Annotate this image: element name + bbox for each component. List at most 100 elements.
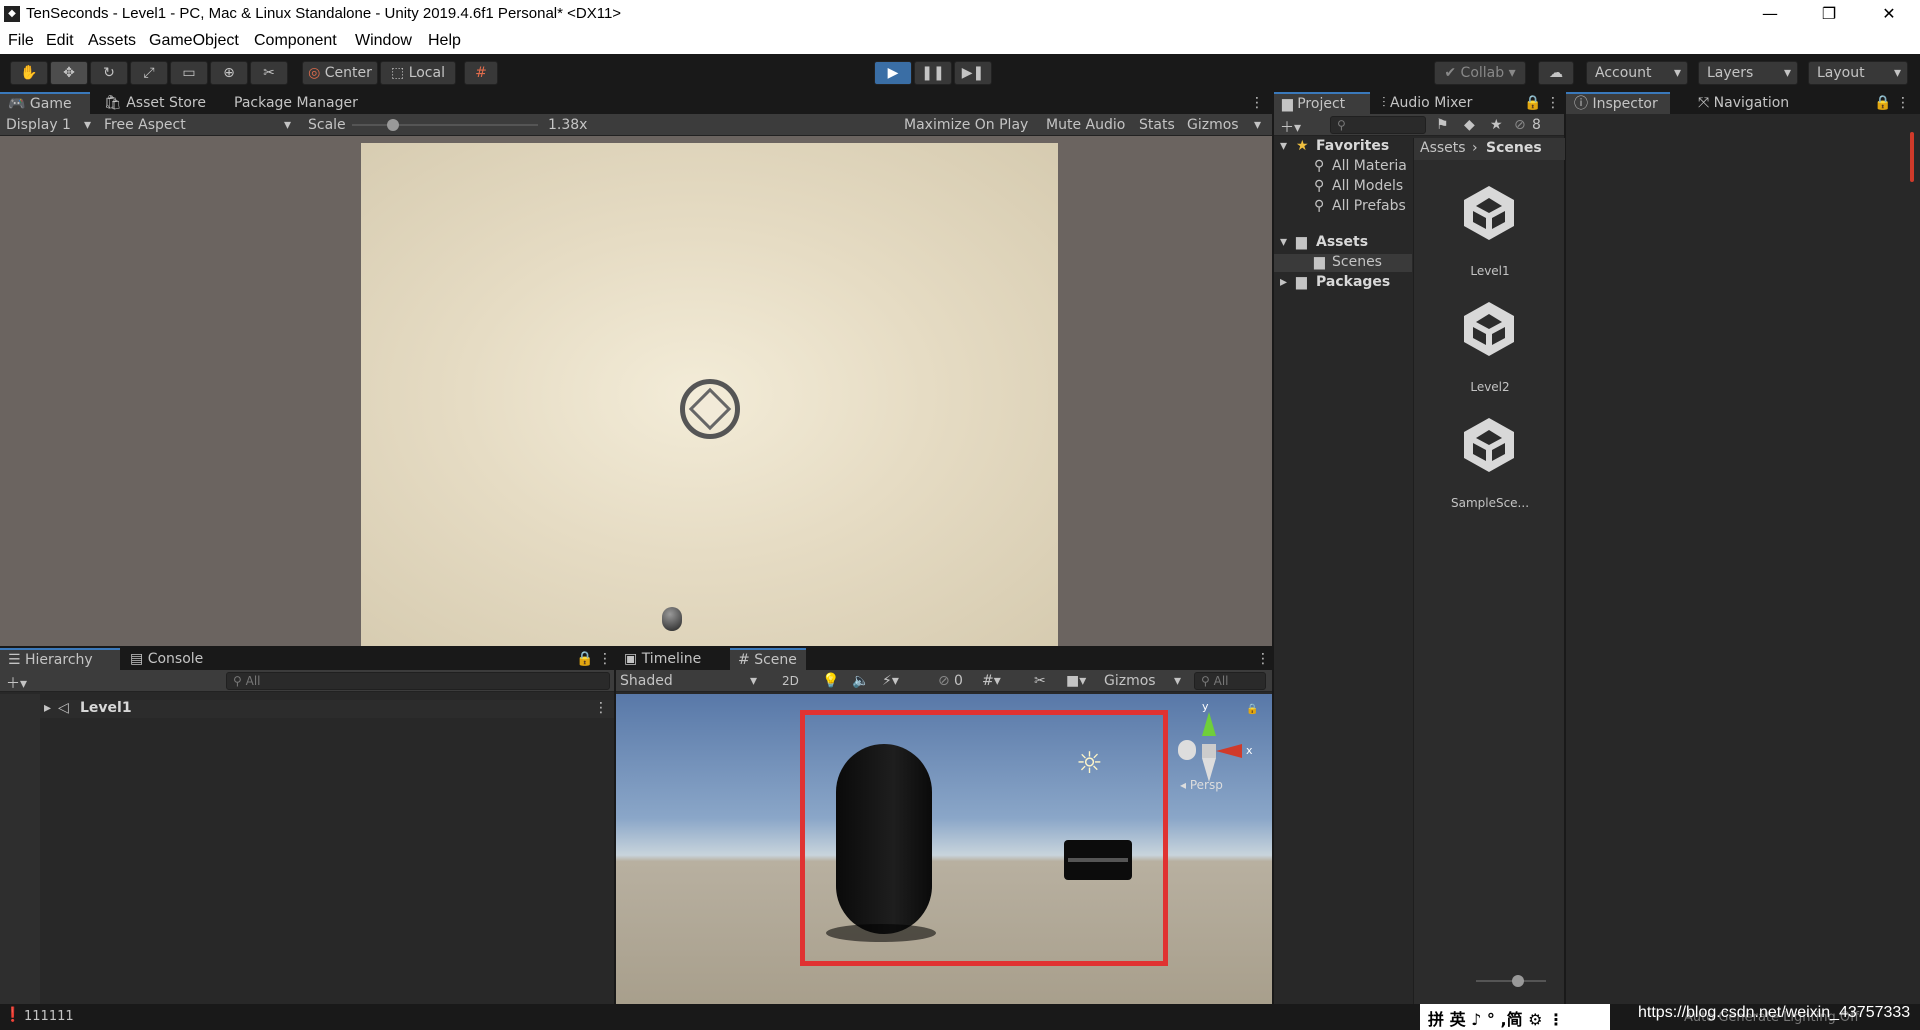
stats-button[interactable]: Stats: [1139, 117, 1175, 133]
hidden-objects-icon[interactable]: ⊘: [938, 673, 950, 689]
custom-tool-icon[interactable]: ✂: [250, 61, 288, 85]
panel-menu-icon[interactable]: ⋮: [1242, 92, 1272, 114]
menu-edit[interactable]: Edit: [46, 32, 74, 50]
expand-arrow-icon[interactable]: ▸: [44, 700, 51, 716]
breadcrumb-scenes[interactable]: Scenes: [1486, 140, 1542, 156]
y-axis-cone[interactable]: [1202, 712, 1216, 736]
x-axis-cone[interactable]: [1216, 744, 1242, 758]
add-icon[interactable]: ＋▾: [6, 673, 27, 693]
tab-project[interactable]: ▆ Project: [1274, 92, 1370, 114]
scene-file-level2[interactable]: Level2: [1414, 284, 1565, 404]
tab-asset-store[interactable]: 🛍 Asset Store: [96, 92, 214, 114]
grid-toggle-icon[interactable]: #▾: [982, 673, 1001, 689]
menu-window[interactable]: Window: [355, 32, 412, 50]
close-button[interactable]: ✕: [1860, 0, 1918, 28]
scene-file-level1[interactable]: Level1: [1414, 168, 1565, 288]
row-menu-icon[interactable]: ⋮: [594, 700, 608, 716]
favorite-star-icon[interactable]: ★: [1490, 117, 1503, 133]
scale-tool-icon[interactable]: ⤢: [130, 61, 168, 85]
rotate-tool-icon[interactable]: ↻: [90, 61, 128, 85]
audio-icon[interactable]: 🔈: [852, 673, 869, 689]
tab-console[interactable]: ▤ Console: [122, 648, 211, 670]
grid-snap-icon[interactable]: #: [464, 61, 498, 85]
step-button[interactable]: ▶❚: [954, 61, 992, 85]
effects-icon[interactable]: ⚡▾: [882, 673, 899, 689]
tab-audio-mixer[interactable]: ⫶ Audio Mixer: [1374, 92, 1480, 114]
layers-dropdown[interactable]: Layers ▾: [1698, 61, 1798, 85]
hand-tool-icon[interactable]: ✋: [10, 61, 48, 85]
tab-hierarchy[interactable]: ☰ Hierarchy: [0, 648, 120, 670]
gizmo-center[interactable]: [1202, 744, 1216, 758]
display-dropdown[interactable]: Display 1: [6, 117, 71, 133]
assets-folder[interactable]: Assets: [1316, 234, 1368, 250]
account-dropdown[interactable]: Account ▾: [1586, 61, 1688, 85]
pivot-center-button[interactable]: ◎ Center: [302, 61, 378, 85]
expand-arrow-icon[interactable]: ▸: [1280, 274, 1287, 290]
pivot-local-button[interactable]: ⬚ Local: [380, 61, 456, 85]
z-axis-cone[interactable]: [1178, 740, 1196, 760]
maximize-button[interactable]: ❐: [1800, 0, 1858, 28]
scene-view[interactable]: ☼ y x ◂ Persp 🔒: [616, 694, 1272, 1004]
hierarchy-row-level1[interactable]: ▸ ◁ Level1 ⋮: [40, 700, 614, 718]
fav-all-models[interactable]: All Models: [1332, 178, 1403, 194]
icon-size-slider[interactable]: [1476, 975, 1546, 987]
tab-inspector[interactable]: ⓘ Inspector: [1566, 92, 1670, 114]
gizmos-dropdown[interactable]: Gizmos: [1104, 673, 1156, 689]
maximize-on-play-button[interactable]: Maximize On Play: [904, 117, 1028, 133]
tools-icon[interactable]: ✂: [1034, 673, 1046, 689]
cloud-icon[interactable]: ☁: [1538, 61, 1574, 85]
tab-game[interactable]: 🎮 Game: [0, 92, 90, 114]
lighting-icon[interactable]: 💡: [822, 673, 839, 689]
play-button[interactable]: ▶: [874, 61, 912, 85]
status-message[interactable]: 111111: [24, 1009, 74, 1024]
panel-menu-icon[interactable]: ⋮: [1888, 92, 1918, 114]
2d-toggle[interactable]: 2D: [782, 674, 799, 688]
axis-gizmo[interactable]: y x ◂ Persp: [1176, 700, 1256, 792]
hierarchy-search-input[interactable]: ⚲ All: [226, 672, 610, 690]
tab-timeline[interactable]: ▣ Timeline: [616, 648, 709, 670]
project-search-input[interactable]: ⚲: [1330, 116, 1426, 134]
move-tool-icon[interactable]: ✥: [50, 61, 88, 85]
menu-component[interactable]: Component: [254, 32, 337, 50]
ime-toolbar[interactable]: 拼 英 ♪ ° ,简 ⚙ ⋮: [1420, 1004, 1610, 1030]
rect-tool-icon[interactable]: ▭: [170, 61, 208, 85]
fav-all-materials[interactable]: All Materia: [1332, 158, 1407, 174]
menu-gameobject[interactable]: GameObject: [149, 32, 239, 50]
expand-arrow-icon[interactable]: ▾: [1280, 234, 1287, 250]
camera-icon[interactable]: ■▾: [1066, 673, 1086, 689]
scene-search-input[interactable]: ⚲ All: [1194, 672, 1266, 690]
collab-button[interactable]: ✔ Collab ▾: [1434, 61, 1526, 85]
fav-all-prefabs[interactable]: All Prefabs: [1332, 198, 1406, 214]
favorites-label[interactable]: Favorites: [1316, 138, 1389, 154]
layout-dropdown[interactable]: Layout ▾: [1808, 61, 1908, 85]
menu-assets[interactable]: Assets: [88, 32, 136, 50]
scale-slider-track[interactable]: [352, 119, 538, 131]
panel-menu-icon[interactable]: ⋮: [1538, 92, 1568, 114]
hidden-packages-icon[interactable]: ⊘: [1514, 117, 1526, 133]
add-icon[interactable]: ＋▾: [1280, 117, 1301, 137]
icon-size-thumb[interactable]: [1512, 975, 1524, 987]
mute-audio-button[interactable]: Mute Audio: [1046, 117, 1125, 133]
aspect-dropdown[interactable]: Free Aspect: [104, 117, 186, 133]
lock-icon[interactable]: 🔒: [1246, 704, 1258, 715]
transform-tool-icon[interactable]: ⊕: [210, 61, 248, 85]
expand-arrow-icon[interactable]: ▾: [1280, 138, 1287, 154]
gizmos-button[interactable]: Gizmos: [1187, 117, 1239, 133]
tab-navigation[interactable]: ⤧ Navigation: [1690, 92, 1797, 114]
tab-package-manager[interactable]: Package Manager: [226, 92, 366, 114]
menu-help[interactable]: Help: [428, 32, 461, 50]
scene-file-samplescene[interactable]: SampleSce...: [1414, 400, 1565, 520]
breadcrumb-assets[interactable]: Assets: [1420, 140, 1466, 156]
shading-dropdown[interactable]: Shaded: [620, 673, 673, 689]
pause-button[interactable]: ❚❚: [914, 61, 952, 85]
persp-label[interactable]: ◂ Persp: [1180, 778, 1223, 792]
scenes-folder-row[interactable]: ▆ Scenes: [1274, 254, 1412, 272]
game-view[interactable]: [361, 143, 1058, 646]
minimize-button[interactable]: —: [1741, 0, 1799, 28]
packages-folder[interactable]: Packages: [1316, 274, 1390, 290]
menu-file[interactable]: File: [8, 32, 34, 50]
inspector-scrollbar[interactable]: [1910, 132, 1914, 182]
search-by-type-icon[interactable]: ⚑: [1436, 117, 1449, 133]
scale-slider-thumb[interactable]: [386, 119, 399, 131]
tab-scene[interactable]: # Scene: [730, 648, 806, 670]
